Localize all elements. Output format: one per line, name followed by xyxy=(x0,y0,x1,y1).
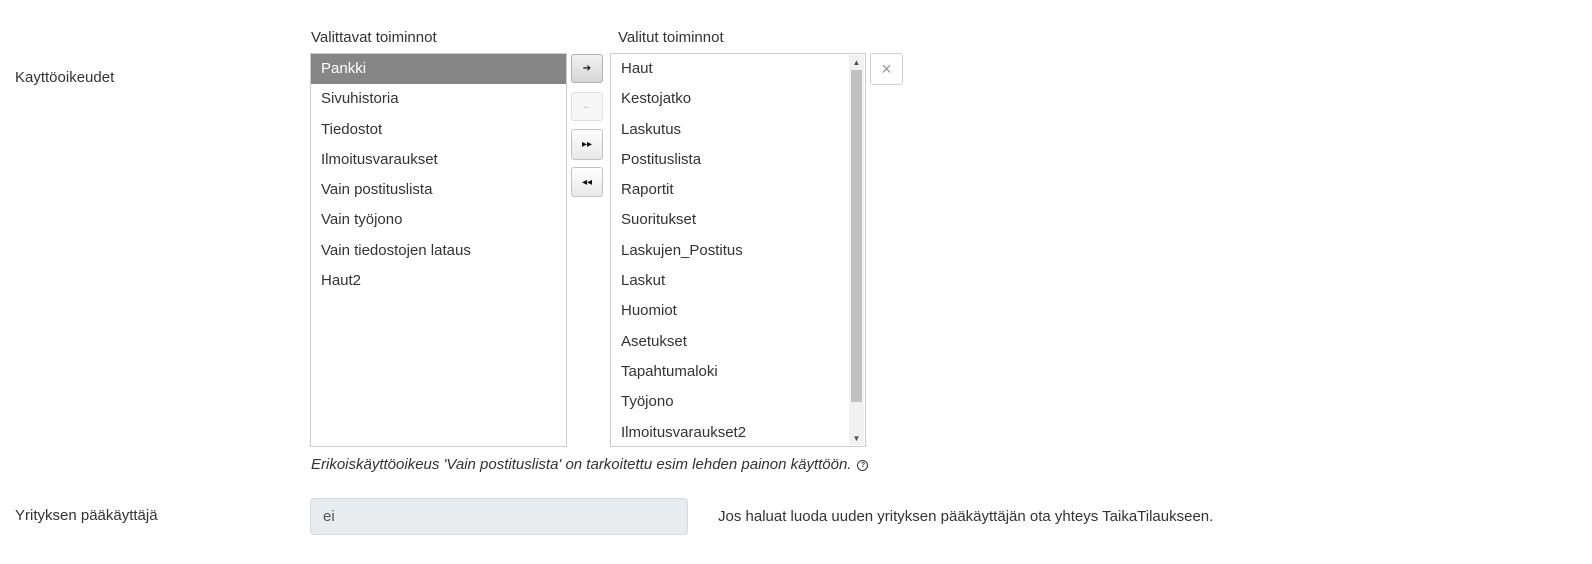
list-item[interactable]: Huomiot xyxy=(611,296,847,326)
permissions-label: Kayttöoikeudet xyxy=(15,69,115,86)
list-item[interactable]: Laskut xyxy=(611,266,847,296)
arrow-left-icon: ← xyxy=(582,101,592,112)
list-item[interactable]: Ilmoitusvaraukset2 xyxy=(611,418,847,446)
list-item[interactable]: Haut2 xyxy=(311,266,566,296)
list-item[interactable]: Sivuhistoria xyxy=(311,84,566,114)
close-icon: × xyxy=(881,58,892,79)
available-functions-list[interactable]: Pankki Sivuhistoria Tiedostot Ilmoitusvarau… xyxy=(310,53,567,447)
list-item[interactable]: Asetukset xyxy=(611,327,847,357)
main-user-info: Jos haluat luoda uuden yrityksen pääkäyt… xyxy=(718,508,1214,525)
scrollbar[interactable]: ▲ ▼ xyxy=(849,55,864,445)
list-item[interactable]: Postituslista xyxy=(611,145,847,175)
list-item[interactable]: Vain tiedostojen lataus xyxy=(311,236,566,266)
permission-note: Erikoiskäyttöoikeus 'Vain postituslista'… xyxy=(311,456,869,473)
list-item[interactable]: Haut xyxy=(611,54,847,84)
available-list-title: Valittavat toiminnot xyxy=(311,29,437,46)
arrow-right-icon: ➔ xyxy=(582,63,592,74)
list-item[interactable]: Työjono xyxy=(611,387,847,417)
double-arrow-left-icon: ◂◂ xyxy=(581,176,593,188)
list-item[interactable]: Laskutus xyxy=(611,115,847,145)
list-item[interactable]: Kestojatko xyxy=(611,84,847,114)
move-right-button[interactable]: ➔ xyxy=(571,54,603,83)
list-item[interactable]: Tapahtumaloki xyxy=(611,357,847,387)
move-all-right-button[interactable]: ▸▸ xyxy=(571,129,603,160)
list-item[interactable]: Raportit xyxy=(611,175,847,205)
permission-note-text: Erikoiskäyttöoikeus 'Vain postituslista'… xyxy=(311,456,852,473)
scrollbar-thumb[interactable] xyxy=(851,70,862,402)
question-circle-icon[interactable]: ? xyxy=(857,459,869,471)
main-user-field: ei xyxy=(310,498,688,535)
list-item[interactable]: Ilmoitusvaraukset xyxy=(311,145,566,175)
chosen-list-title: Valitut toiminnot xyxy=(618,29,724,46)
list-item[interactable]: Pankki xyxy=(311,54,566,85)
main-user-label: Yrityksen pääkäyttäjä xyxy=(15,507,158,524)
double-arrow-right-icon: ▸▸ xyxy=(581,139,593,150)
list-item[interactable]: Vain työjono xyxy=(311,205,566,235)
move-left-button[interactable]: ← xyxy=(571,92,603,121)
scroll-up-icon[interactable]: ▲ xyxy=(849,55,864,69)
clear-selection-button[interactable]: × xyxy=(870,53,903,85)
move-all-left-button[interactable]: ◂◂ xyxy=(571,167,603,197)
list-item[interactable]: Laskujen_Postitus xyxy=(611,236,847,266)
list-item[interactable]: Tiedostot xyxy=(311,115,566,145)
chosen-functions-list[interactable]: Haut Kestojatko Laskutus Postituslista Rapor… xyxy=(610,53,866,447)
list-item[interactable]: Suoritukset xyxy=(611,205,847,235)
list-item[interactable]: Vain postituslista xyxy=(311,175,566,205)
scroll-down-icon[interactable]: ▼ xyxy=(849,431,864,445)
